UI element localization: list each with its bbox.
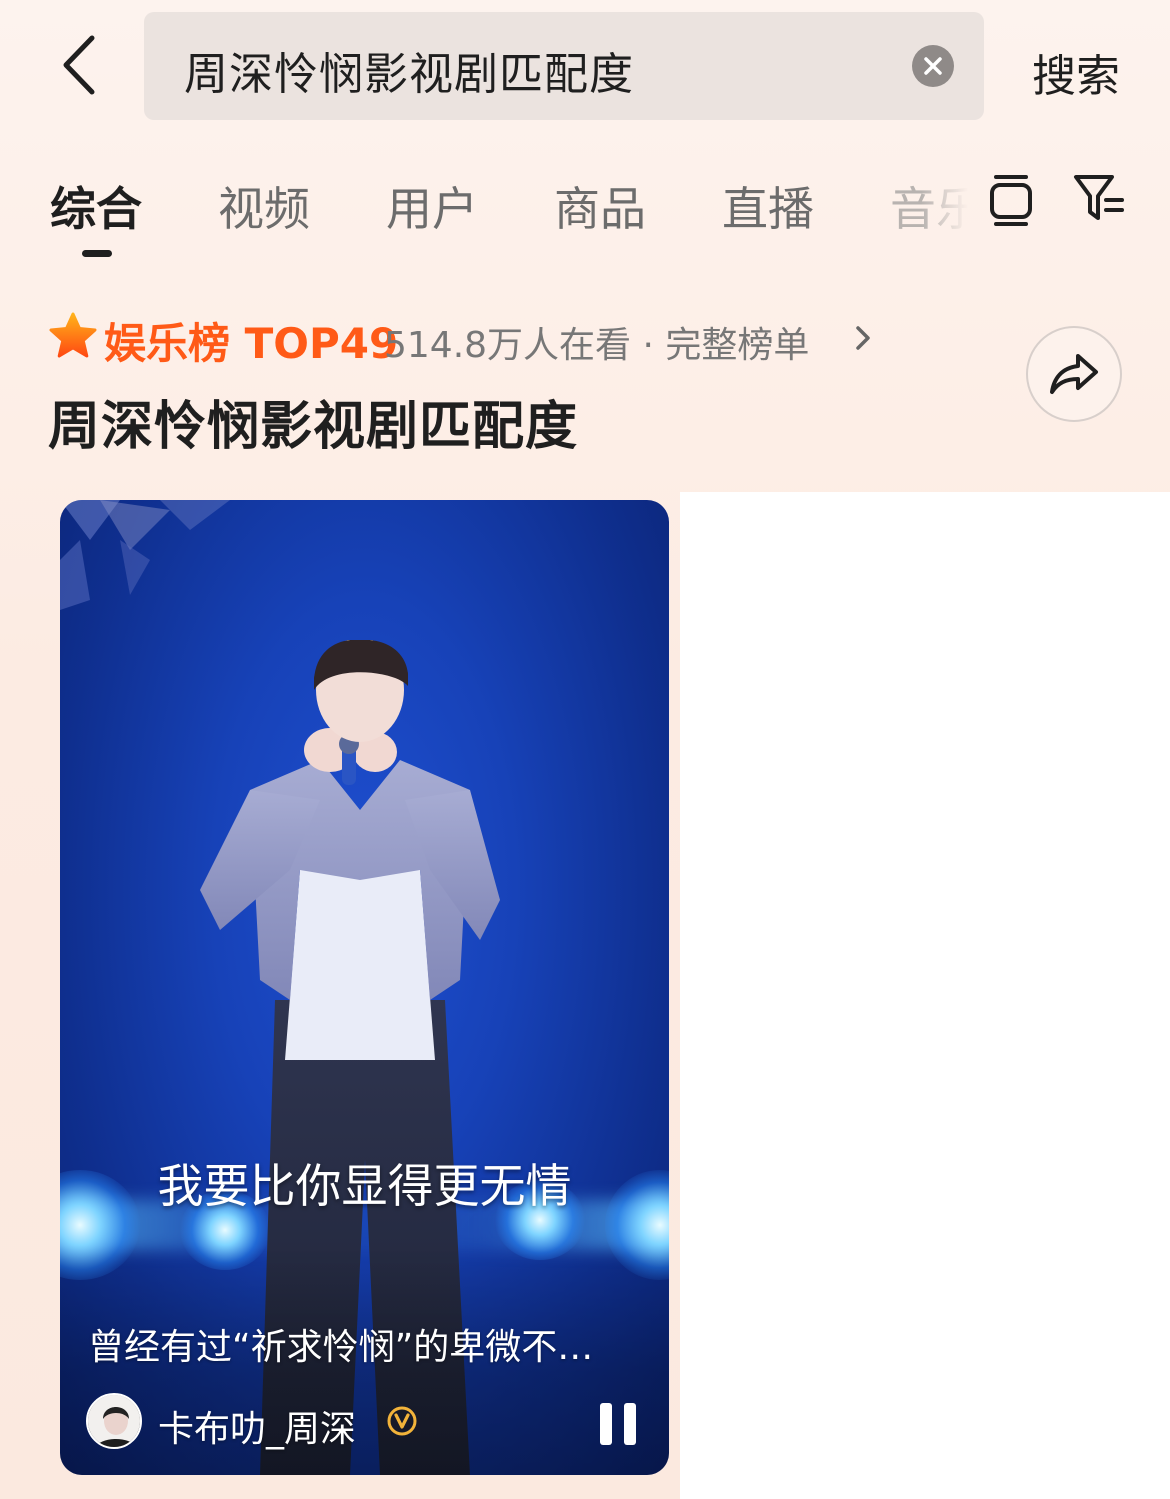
tab-music[interactable]: 音乐 [890, 173, 968, 239]
empty-column-background [680, 492, 1170, 1499]
active-tab-indicator [82, 250, 112, 257]
share-icon [1050, 354, 1098, 394]
stage-decoration [60, 500, 230, 610]
tab-users[interactable]: 用户 [386, 173, 478, 239]
clear-icon [924, 57, 942, 75]
tab-video[interactable]: 视频 [218, 173, 310, 239]
search-input[interactable]: 周深怜悯影视剧匹配度 [144, 12, 984, 120]
share-button[interactable] [1026, 326, 1122, 422]
star-icon [49, 312, 97, 358]
pause-icon [600, 1403, 612, 1445]
verified-badge-icon [387, 1406, 417, 1436]
video-card[interactable]: 我要比你显得更无情 曾经有过“祈求怜悯”的卑微不… 卡布叻_周深 [60, 500, 669, 1475]
search-query-text: 周深怜悯影视剧匹配度 [184, 49, 634, 100]
topic-title: 周深怜悯影视剧匹配度 [48, 397, 579, 457]
tab-products[interactable]: 商品 [554, 173, 646, 239]
chevron-left-icon [63, 35, 95, 95]
chevron-right-icon [856, 326, 870, 350]
filter-icon [1074, 175, 1124, 220]
tab-live[interactable]: 直播 [722, 173, 814, 239]
layer-toggle-button[interactable] [988, 172, 1034, 228]
layer-icon [990, 175, 1032, 226]
video-lyric-subtitle: 我要比你显得更无情 [157, 1159, 572, 1213]
clear-search-button[interactable] [912, 45, 954, 87]
back-button[interactable] [48, 30, 112, 100]
ranking-label: 娱乐榜 TOP49 [104, 319, 399, 368]
author-name[interactable]: 卡布叻_周深 [158, 1400, 356, 1452]
video-caption[interactable]: 曾经有过“祈求怜悯”的卑微不… [88, 1318, 644, 1370]
filter-button[interactable] [1072, 172, 1126, 224]
pause-button[interactable] [598, 1403, 638, 1445]
ranking-row[interactable]: 娱乐榜 TOP49 514.8万人在看 · 完整榜单 [48, 310, 948, 368]
tab-comprehensive[interactable]: 综合 [50, 173, 142, 239]
pause-icon [624, 1403, 636, 1445]
search-button[interactable]: 搜索 [1032, 40, 1120, 104]
ranking-viewers: 514.8万人在看 · 完整榜单 [384, 325, 810, 366]
avatar[interactable] [86, 1393, 142, 1449]
